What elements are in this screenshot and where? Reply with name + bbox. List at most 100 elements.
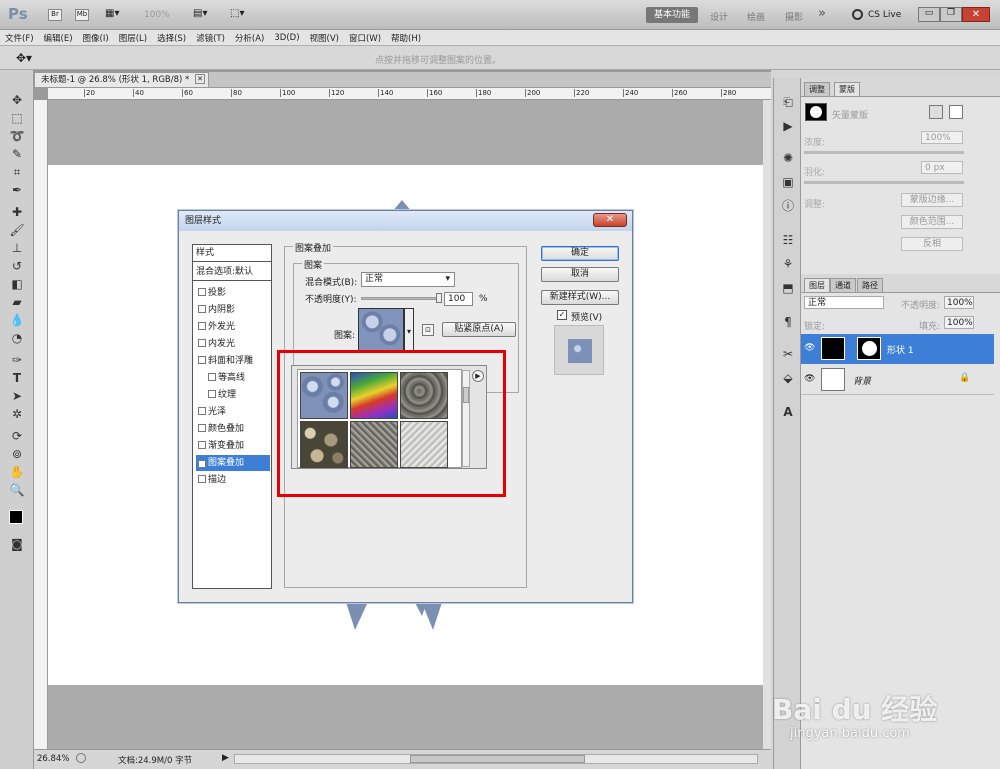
clone-stamp-tool-icon[interactable]: ⊥ [9, 240, 25, 256]
style-item[interactable]: 渐变叠加 [196, 438, 270, 454]
vertical-scrollbar[interactable] [763, 100, 771, 749]
info-panel-icon[interactable]: ⓘ [780, 198, 796, 214]
dodge-tool-icon[interactable]: ◔ [9, 330, 25, 346]
bridge-icon[interactable]: Br [48, 9, 62, 21]
histogram-panel-icon[interactable]: ▣ [780, 174, 796, 190]
mini-bridge-icon[interactable]: Mb [75, 9, 89, 21]
3d-rotate-tool-icon[interactable]: ⟳ [9, 428, 25, 444]
character-panel-icon[interactable]: A [780, 404, 796, 420]
layer-row-shape1[interactable]: 👁 形状 1 [801, 334, 994, 364]
swatches-panel-icon[interactable]: ⬙ [780, 370, 796, 386]
style-checkbox[interactable] [208, 373, 216, 381]
mask-edge-button[interactable]: 蒙版边缘... [901, 193, 963, 207]
healing-brush-tool-icon[interactable]: ✚ [9, 204, 25, 220]
history-brush-tool-icon[interactable]: ↺ [9, 258, 25, 274]
style-checkbox[interactable]: ✓ [198, 460, 206, 468]
blend-options-item[interactable]: 混合选项:默认 [193, 264, 271, 281]
brush-tool-icon[interactable]: 🖌 [9, 222, 25, 238]
history-panel-icon[interactable]: ⎗ [780, 94, 796, 110]
snap-to-origin-button[interactable]: 贴紧原点(A) [442, 322, 516, 337]
vector-mask-button[interactable] [949, 105, 963, 119]
blur-tool-icon[interactable]: 💧 [9, 312, 25, 328]
style-item[interactable]: 内阴影 [196, 302, 270, 318]
tool-presets-panel-icon[interactable]: ✂ [780, 346, 796, 362]
horizontal-scroll-thumb[interactable] [410, 755, 585, 763]
workspace-overflow-icon[interactable]: » [818, 6, 826, 21]
layer-row-background[interactable]: 👁 背景 🔒 [801, 365, 994, 395]
crop-tool-icon[interactable]: ⌗ [9, 164, 25, 180]
3d-panel-icon[interactable]: ⬒ [780, 280, 796, 296]
style-checkbox[interactable] [208, 390, 216, 398]
feather-slider[interactable] [804, 181, 964, 184]
style-item[interactable]: 投影 [196, 285, 270, 301]
close-window-button[interactable]: ✕ [962, 7, 990, 22]
3d-orbit-tool-icon[interactable]: ⊚ [9, 446, 25, 462]
pattern-picker-swatch[interactable] [358, 308, 404, 353]
style-checkbox[interactable] [198, 407, 206, 415]
visibility-eye-icon[interactable]: 👁 [804, 343, 815, 353]
style-item[interactable]: 纹理 [196, 387, 270, 403]
new-style-button[interactable]: 新建样式(W)... [541, 290, 619, 305]
hand-tool-icon[interactable]: ✋ [9, 464, 25, 480]
style-checkbox[interactable] [198, 339, 206, 347]
menu-filter[interactable]: 滤镜(T) [191, 32, 230, 44]
style-item[interactable]: 描边 [196, 472, 270, 488]
workspace-photography[interactable]: 摄影 [785, 10, 803, 23]
style-item[interactable]: 内发光 [196, 336, 270, 352]
style-item[interactable]: ✓ 图案叠加 [196, 455, 270, 471]
style-item[interactable]: 颜色叠加 [196, 421, 270, 437]
tab-channels[interactable]: 通道 [830, 278, 856, 292]
close-tab-icon[interactable]: ✕ [195, 74, 205, 84]
fill-field[interactable]: 100% [944, 316, 974, 329]
new-preset-icon[interactable]: ⊡ [422, 324, 434, 336]
cs-live-button[interactable]: CS Live [868, 10, 901, 20]
style-item[interactable]: 等高线 [196, 370, 270, 386]
path-selection-tool-icon[interactable]: ➤ [9, 388, 25, 404]
pixel-mask-button[interactable] [929, 105, 943, 119]
quick-mask-icon[interactable]: ◙ [9, 536, 25, 552]
zoom-level-display[interactable]: 100% [144, 10, 170, 20]
menu-edit[interactable]: 编辑(E) [39, 32, 78, 44]
pen-tool-icon[interactable]: ✑ [9, 352, 25, 368]
quick-selection-tool-icon[interactable]: ✎ [9, 146, 25, 162]
brushes-panel-icon[interactable]: ☷ [780, 232, 796, 248]
marquee-tool-icon[interactable]: ⬚ [9, 110, 25, 126]
menu-view[interactable]: 视图(V) [305, 32, 344, 44]
lasso-tool-icon[interactable]: ➰ [9, 128, 25, 144]
style-item[interactable]: 外发光 [196, 319, 270, 335]
style-checkbox[interactable] [198, 288, 206, 296]
style-item[interactable]: 光泽 [196, 404, 270, 420]
invert-button[interactable]: 反相 [901, 237, 963, 251]
arrange-documents-icon[interactable]: ▤▾ [193, 8, 207, 19]
preview-checkbox[interactable]: ✓ [557, 310, 567, 320]
type-tool-icon[interactable]: T [9, 370, 25, 386]
opacity-field[interactable]: 100 [444, 292, 473, 306]
menu-image[interactable]: 图像(I) [78, 32, 114, 44]
opacity-slider[interactable] [361, 293, 442, 303]
gradient-tool-icon[interactable]: ▰ [9, 294, 25, 310]
eraser-tool-icon[interactable]: ◧ [9, 276, 25, 292]
actions-panel-icon[interactable]: ▶ [780, 118, 796, 134]
style-checkbox[interactable] [198, 424, 206, 432]
menu-3d[interactable]: 3D(D) [269, 33, 304, 43]
color-range-button[interactable]: 颜色范围... [901, 215, 963, 229]
dialog-title-bar[interactable]: 图层样式 [179, 211, 632, 231]
custom-shape-tool-icon[interactable]: ✲ [9, 406, 25, 422]
move-tool-preset-icon[interactable]: ✥▾ [16, 51, 32, 65]
ok-button[interactable]: 确定 [541, 246, 619, 261]
style-checkbox[interactable] [198, 475, 206, 483]
restore-button[interactable]: ❐ [940, 7, 962, 22]
style-checkbox[interactable] [198, 322, 206, 330]
opacity-slider-thumb[interactable] [436, 293, 442, 303]
style-checkbox[interactable] [198, 356, 206, 364]
style-item[interactable]: 斜面和浮雕 [196, 353, 270, 369]
dialog-close-button[interactable]: ✕ [593, 213, 627, 227]
move-tool-icon[interactable]: ✥ [9, 92, 25, 108]
menu-layer[interactable]: 图层(L) [114, 32, 152, 44]
screen-mode-icon[interactable]: ⬚▾ [230, 8, 244, 19]
tab-masks[interactable]: 蒙版 [834, 82, 860, 96]
menu-analysis[interactable]: 分析(A) [230, 32, 269, 44]
tab-layers[interactable]: 图层 [804, 278, 830, 292]
menu-help[interactable]: 帮助(H) [386, 32, 426, 44]
menu-window[interactable]: 窗口(W) [344, 32, 386, 44]
